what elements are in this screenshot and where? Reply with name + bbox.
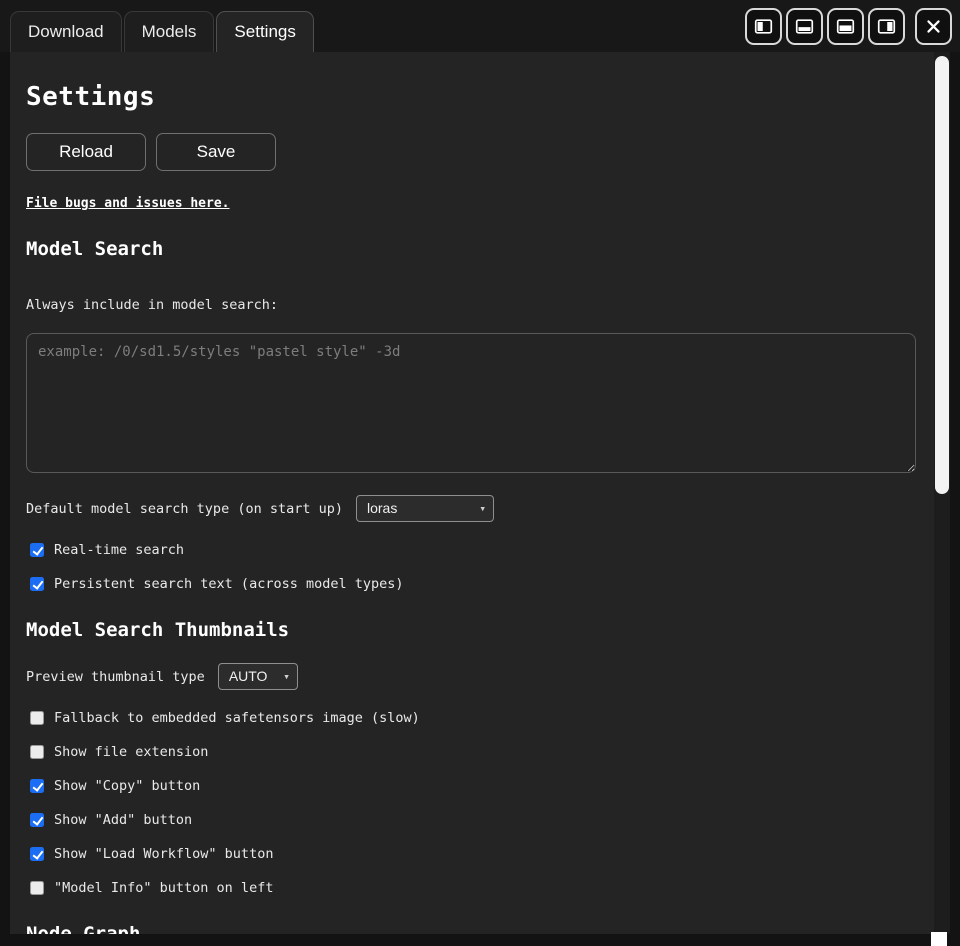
show-copy-button-label: Show "Copy" button — [54, 778, 200, 794]
persistent-search-checkbox[interactable] — [30, 577, 44, 591]
persistent-search-label: Persistent search text (across model typ… — [54, 576, 404, 592]
vertical-scrollbar-thumb[interactable] — [935, 56, 949, 494]
dock-bottom-expand-icon — [835, 16, 856, 37]
scrollbar-corner — [931, 932, 947, 946]
tab-download[interactable]: Download — [10, 11, 122, 52]
model-info-left-label: "Model Info" button on left — [54, 880, 273, 896]
model-search-heading: Model Search — [26, 238, 916, 260]
dock-left-button[interactable] — [745, 8, 782, 45]
show-load-workflow-label: Show "Load Workflow" button — [54, 846, 273, 862]
default-search-type-label: Default model search type (on start up) — [26, 501, 343, 517]
tab-bar: Download Models Settings — [0, 0, 960, 52]
settings-panel: Settings Reload Save File bugs and issue… — [10, 52, 950, 934]
persistent-search-row[interactable]: Persistent search text (across model typ… — [26, 576, 404, 592]
dock-right-button[interactable] — [868, 8, 905, 45]
dock-right-icon — [876, 16, 897, 37]
preview-thumbnail-row: Preview thumbnail type AUTO ▾ — [26, 663, 916, 690]
close-button[interactable] — [915, 8, 952, 45]
show-file-extension-row[interactable]: Show file extension — [26, 744, 208, 760]
tab-settings[interactable]: Settings — [216, 11, 313, 52]
file-bugs-link[interactable]: File bugs and issues here. — [26, 196, 230, 211]
show-file-extension-checkbox[interactable] — [30, 745, 44, 759]
dock-bottom-button[interactable] — [786, 8, 823, 45]
show-copy-button-row[interactable]: Show "Copy" button — [26, 778, 200, 794]
save-button[interactable]: Save — [156, 133, 276, 171]
settings-actions: Reload Save — [26, 133, 916, 171]
show-add-button-checkbox[interactable] — [30, 813, 44, 827]
default-search-type-select[interactable]: loras — [356, 495, 494, 522]
window-controls — [745, 8, 952, 52]
node-graph-heading: Node Graph — [26, 923, 916, 934]
fallback-safetensors-label: Fallback to embedded safetensors image (… — [54, 710, 420, 726]
vertical-scrollbar[interactable] — [934, 52, 950, 934]
show-add-button-row[interactable]: Show "Add" button — [26, 812, 192, 828]
close-icon — [923, 16, 944, 37]
tab-models[interactable]: Models — [124, 11, 215, 52]
show-load-workflow-checkbox[interactable] — [30, 847, 44, 861]
default-search-type-row: Default model search type (on start up) … — [26, 495, 916, 522]
page-title: Settings — [26, 82, 916, 112]
show-add-button-label: Show "Add" button — [54, 812, 192, 828]
settings-panel-inner: Settings Reload Save File bugs and issue… — [10, 82, 950, 934]
dock-bottom-icon — [794, 16, 815, 37]
show-file-extension-label: Show file extension — [54, 744, 208, 760]
always-include-label: Always include in model search: — [26, 297, 916, 313]
reload-button[interactable]: Reload — [26, 133, 146, 171]
default-search-type-select-wrap: loras ▾ — [356, 495, 494, 522]
always-include-textarea[interactable] — [26, 333, 916, 473]
dock-left-icon — [753, 16, 774, 37]
thumbnails-heading: Model Search Thumbnails — [26, 619, 916, 641]
fallback-safetensors-checkbox[interactable] — [30, 711, 44, 725]
realtime-search-checkbox[interactable] — [30, 543, 44, 557]
model-info-left-checkbox[interactable] — [30, 881, 44, 895]
fallback-safetensors-row[interactable]: Fallback to embedded safetensors image (… — [26, 710, 420, 726]
preview-thumbnail-select-wrap: AUTO ▾ — [218, 663, 298, 690]
preview-thumbnail-type-select[interactable]: AUTO — [218, 663, 298, 690]
show-copy-button-checkbox[interactable] — [30, 779, 44, 793]
show-load-workflow-row[interactable]: Show "Load Workflow" button — [26, 846, 273, 862]
realtime-search-row[interactable]: Real-time search — [26, 542, 184, 558]
dock-bottom-expand-button[interactable] — [827, 8, 864, 45]
model-info-left-row[interactable]: "Model Info" button on left — [26, 880, 273, 896]
realtime-search-label: Real-time search — [54, 542, 184, 558]
tab-strip: Download Models Settings — [10, 11, 745, 52]
preview-thumbnail-label: Preview thumbnail type — [26, 669, 205, 685]
